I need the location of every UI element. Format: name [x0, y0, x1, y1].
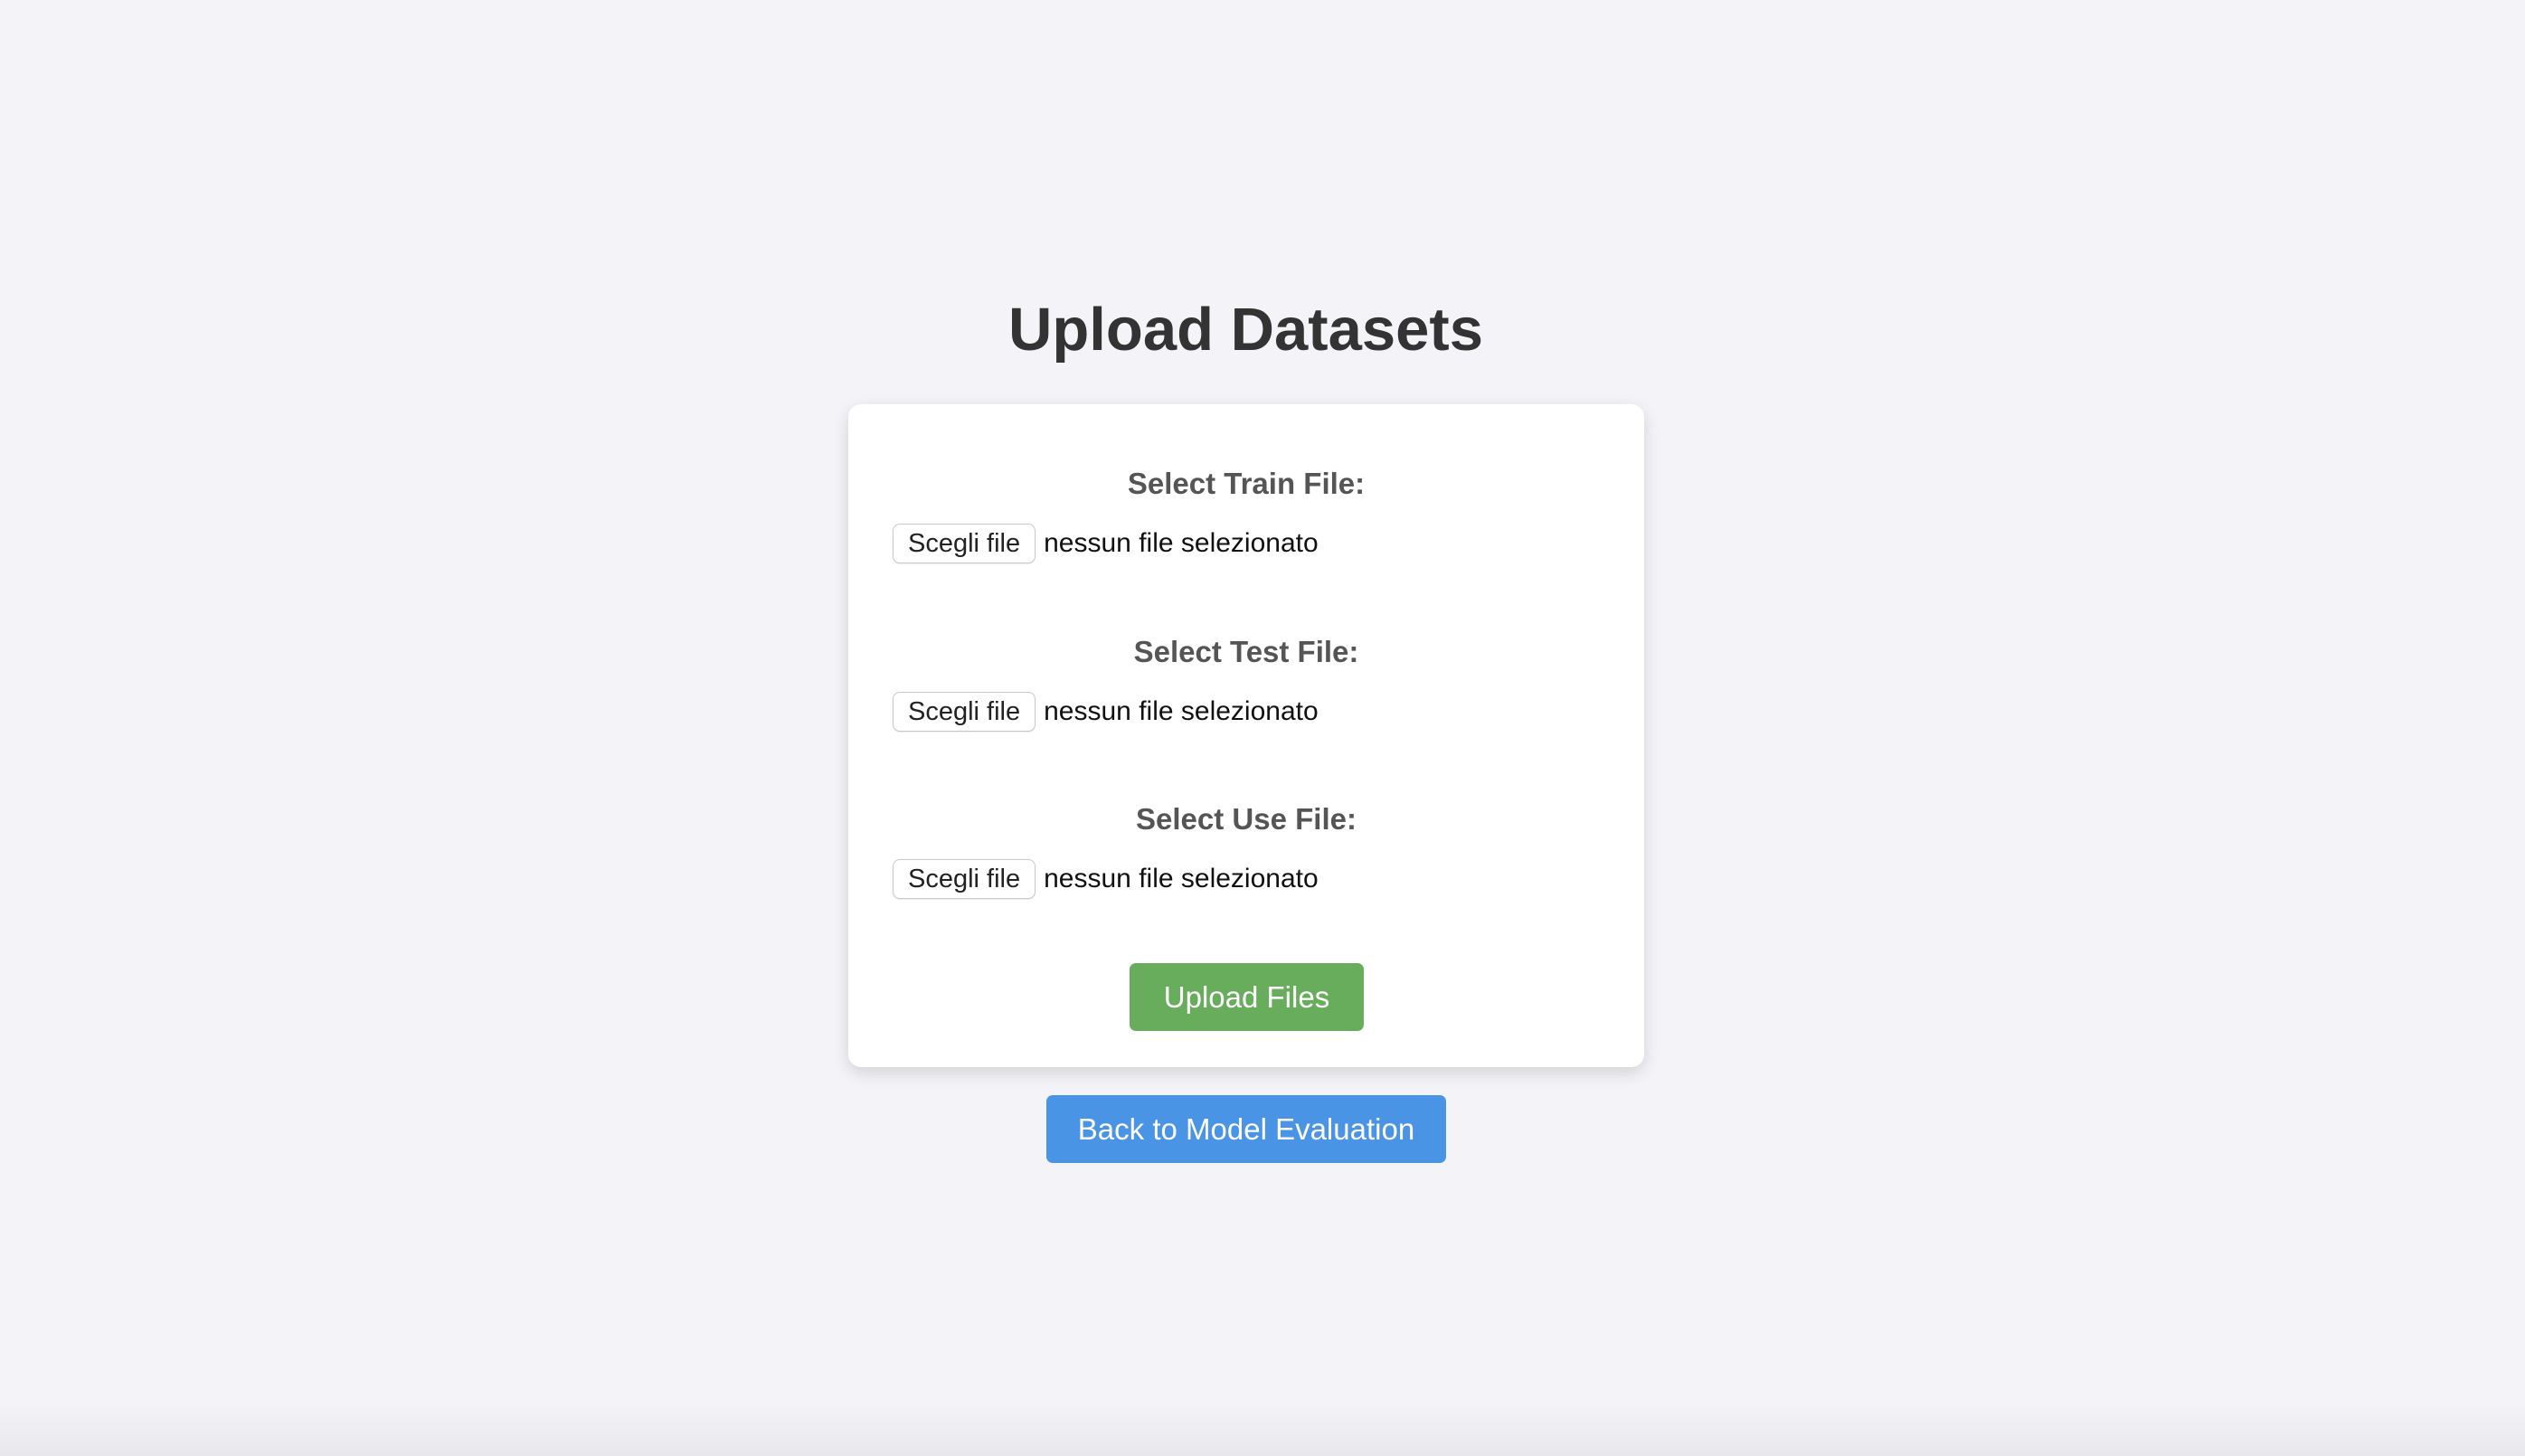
train-file-status: nessun file selezionato: [1044, 528, 1319, 558]
upload-form-card: Select Train File: Scegli file nessun fi…: [848, 404, 1644, 1067]
test-file-status: nessun file selezionato: [1044, 696, 1319, 726]
upload-files-button[interactable]: Upload Files: [1130, 963, 1364, 1031]
page-title: Upload Datasets: [1008, 296, 1483, 364]
use-file-input[interactable]: Scegli file nessun file selezionato: [893, 859, 1319, 899]
test-file-label: Select Test File:: [1133, 635, 1359, 668]
use-file-label: Select Use File:: [1136, 802, 1357, 836]
test-choose-file-button[interactable]: Scegli file: [893, 692, 1036, 732]
train-file-input[interactable]: Scegli file nessun file selezionato: [893, 524, 1319, 563]
train-file-label: Select Train File:: [1127, 467, 1366, 500]
use-choose-file-button[interactable]: Scegli file: [893, 859, 1036, 899]
bottom-edge-shadow: [0, 1402, 2525, 1456]
test-file-input[interactable]: Scegli file nessun file selezionato: [893, 692, 1319, 732]
train-choose-file-button[interactable]: Scegli file: [893, 524, 1036, 563]
use-file-status: nessun file selezionato: [1044, 864, 1319, 893]
back-to-model-evaluation-button[interactable]: Back to Model Evaluation: [1046, 1095, 1446, 1163]
